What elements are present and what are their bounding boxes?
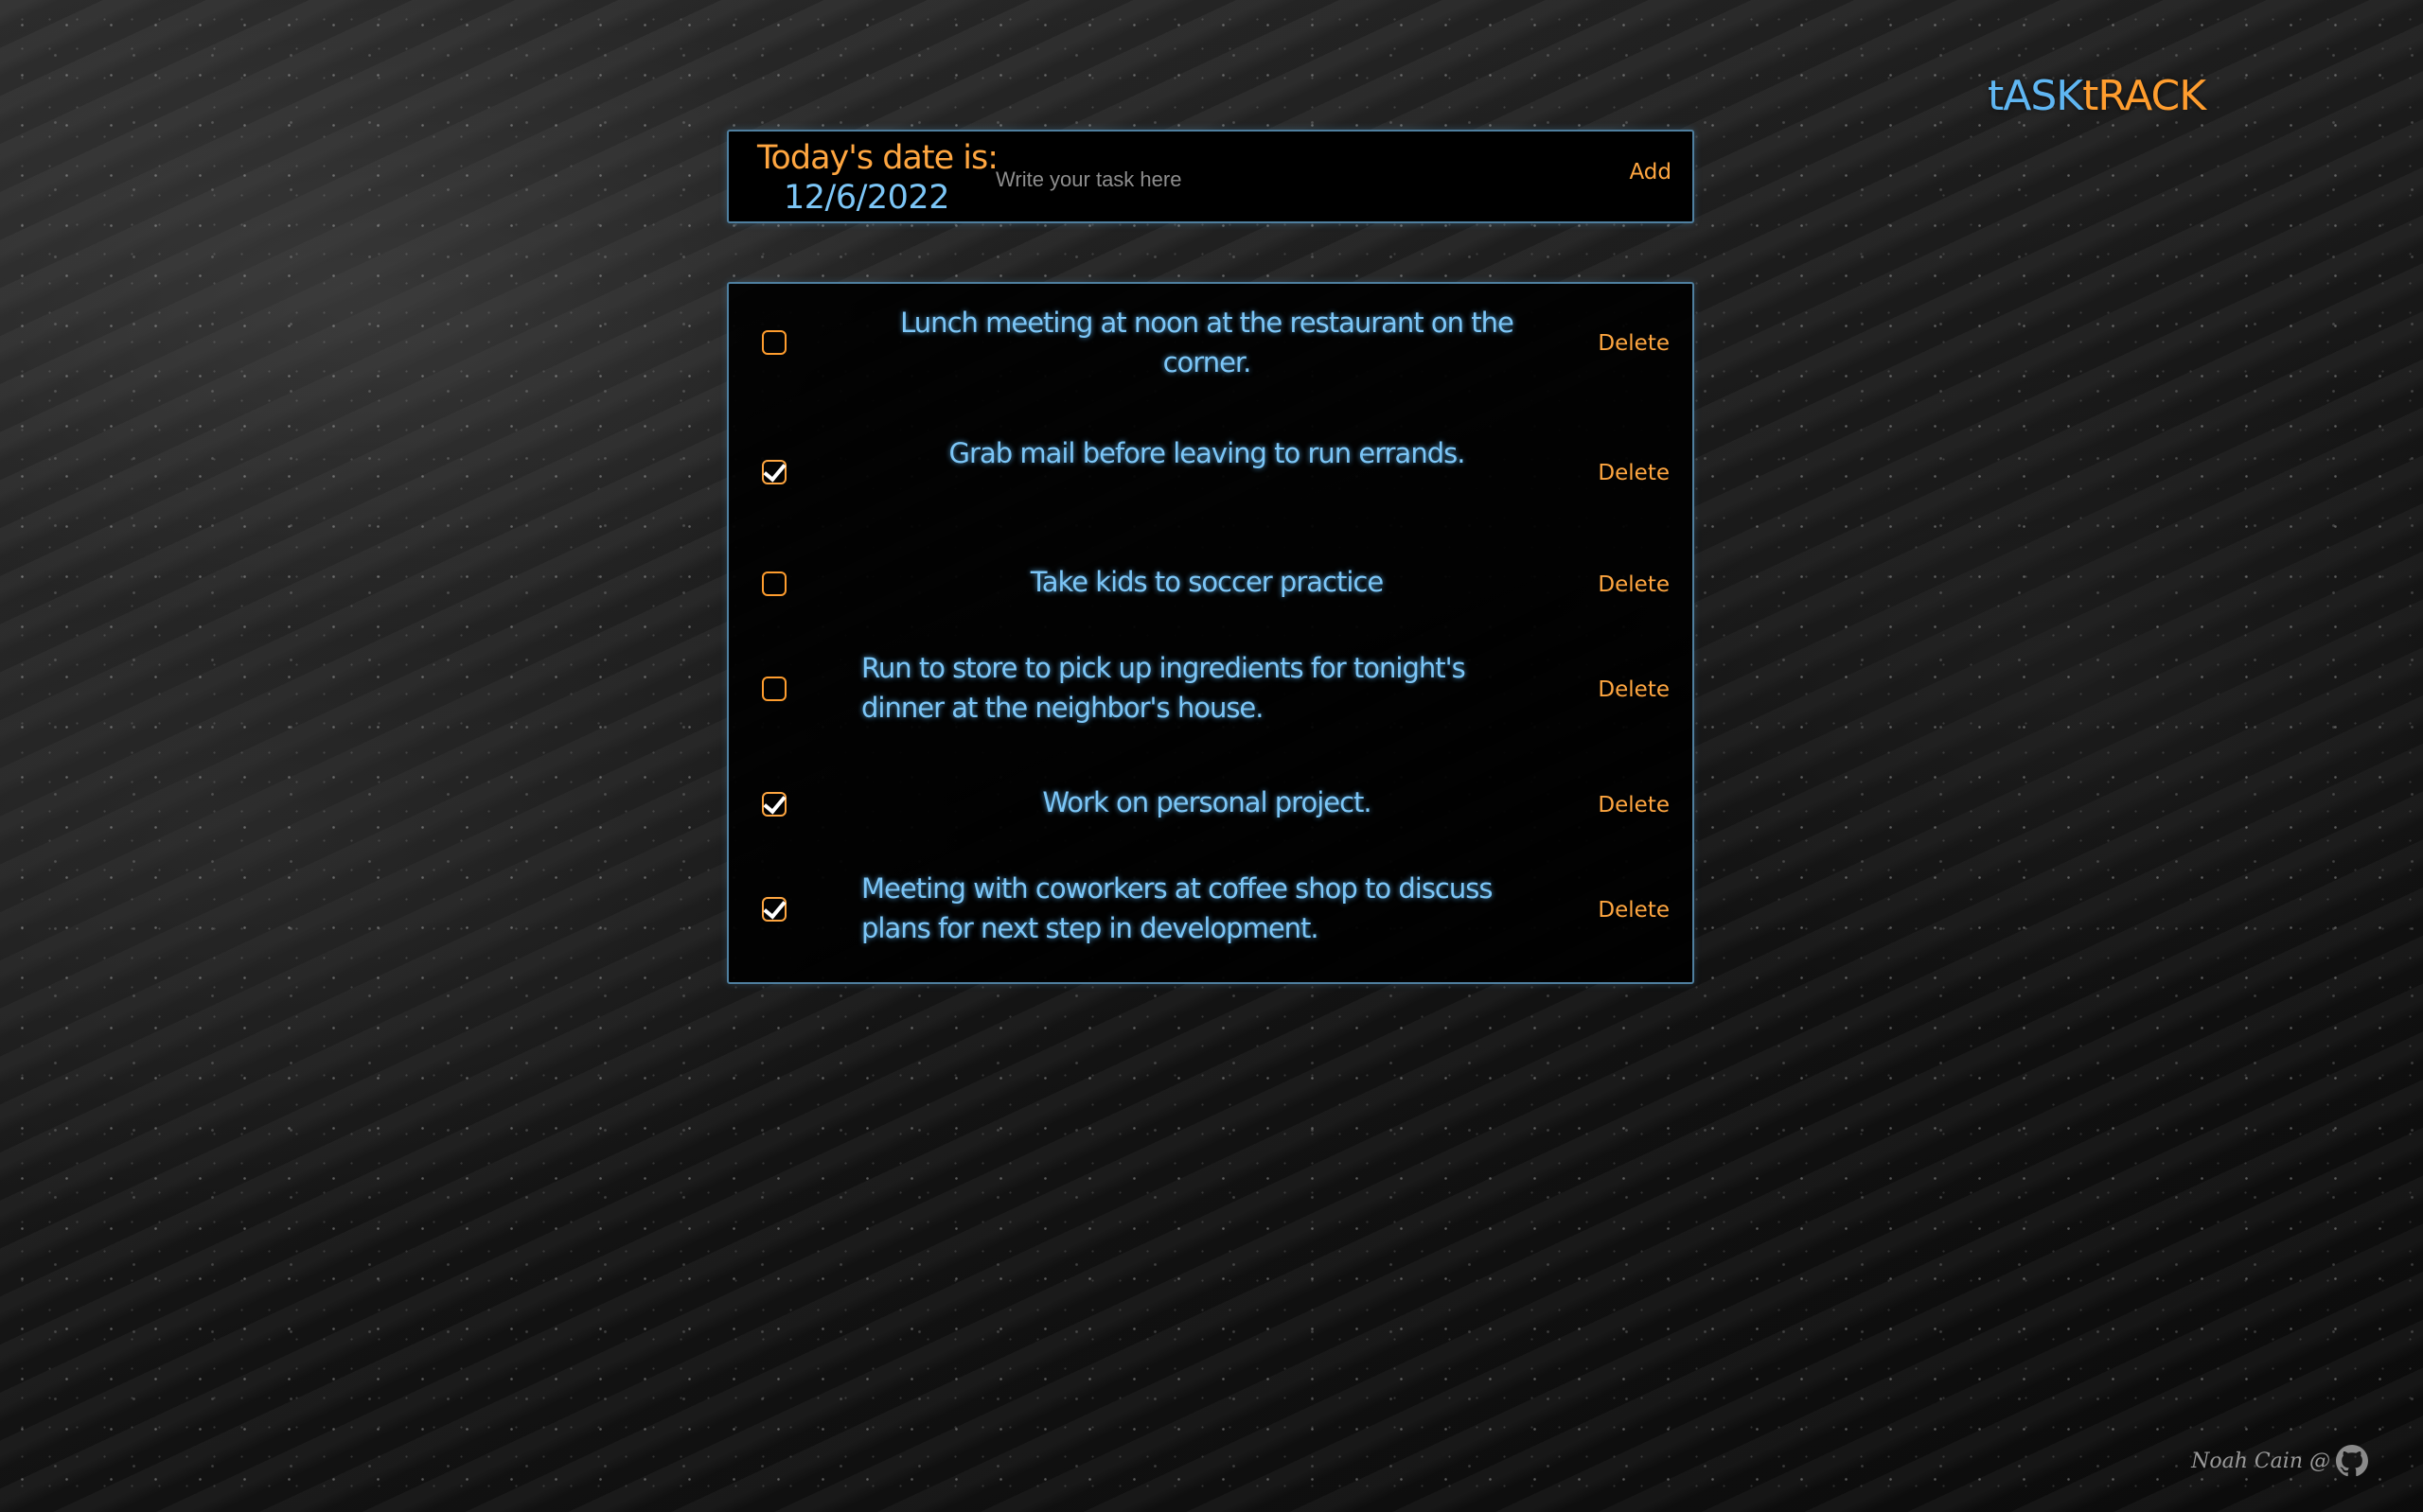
task-checkbox[interactable] [762, 677, 787, 701]
list-item: Meeting with coworkers at coffee shop to… [729, 284, 1692, 944]
delete-button[interactable]: Delete [1598, 898, 1670, 923]
add-button[interactable]: Add [1629, 160, 1671, 185]
app-logo: tASKtRACK [1988, 72, 2206, 120]
checkmark-icon [763, 895, 787, 920]
task-checkbox[interactable] [762, 895, 787, 922]
task-checkbox[interactable] [762, 790, 787, 817]
delete-button[interactable]: Delete [1598, 793, 1670, 818]
delete-button[interactable]: Delete [1598, 677, 1670, 702]
delete-button[interactable]: Delete [1598, 572, 1670, 597]
footer: Noah Cain @ [2191, 1445, 2368, 1477]
logo-part-task: tASK [1988, 72, 2083, 120]
logo-part-track: tRACK [2082, 72, 2206, 120]
task-text: Meeting with coworkers at coffee shop to… [861, 872, 1493, 944]
task-text: Take kids to soccer practice [1030, 566, 1384, 598]
task-text: Grab mail before leaving to run errands. [948, 437, 1466, 469]
delete-button[interactable]: Delete [1598, 461, 1670, 485]
author-signature: Noah Cain @ [2191, 1449, 2330, 1473]
checkmark-icon [763, 790, 787, 815]
task-list: Lunch meeting at noon at the restaurant … [727, 282, 1694, 984]
task-text: Run to store to pick up ingredients for … [861, 652, 1466, 724]
date-label: Today's date is: [757, 139, 999, 177]
task-entry-panel: Today's date is: 12/6/2022 Add [727, 130, 1694, 223]
task-text: Work on personal project. [1042, 786, 1371, 818]
checkmark-icon [763, 458, 787, 483]
github-icon[interactable] [2336, 1445, 2368, 1477]
task-checkbox[interactable] [762, 571, 787, 596]
task-input[interactable] [994, 160, 1584, 200]
date-value: 12/6/2022 [784, 179, 949, 217]
task-checkbox[interactable] [762, 458, 787, 484]
